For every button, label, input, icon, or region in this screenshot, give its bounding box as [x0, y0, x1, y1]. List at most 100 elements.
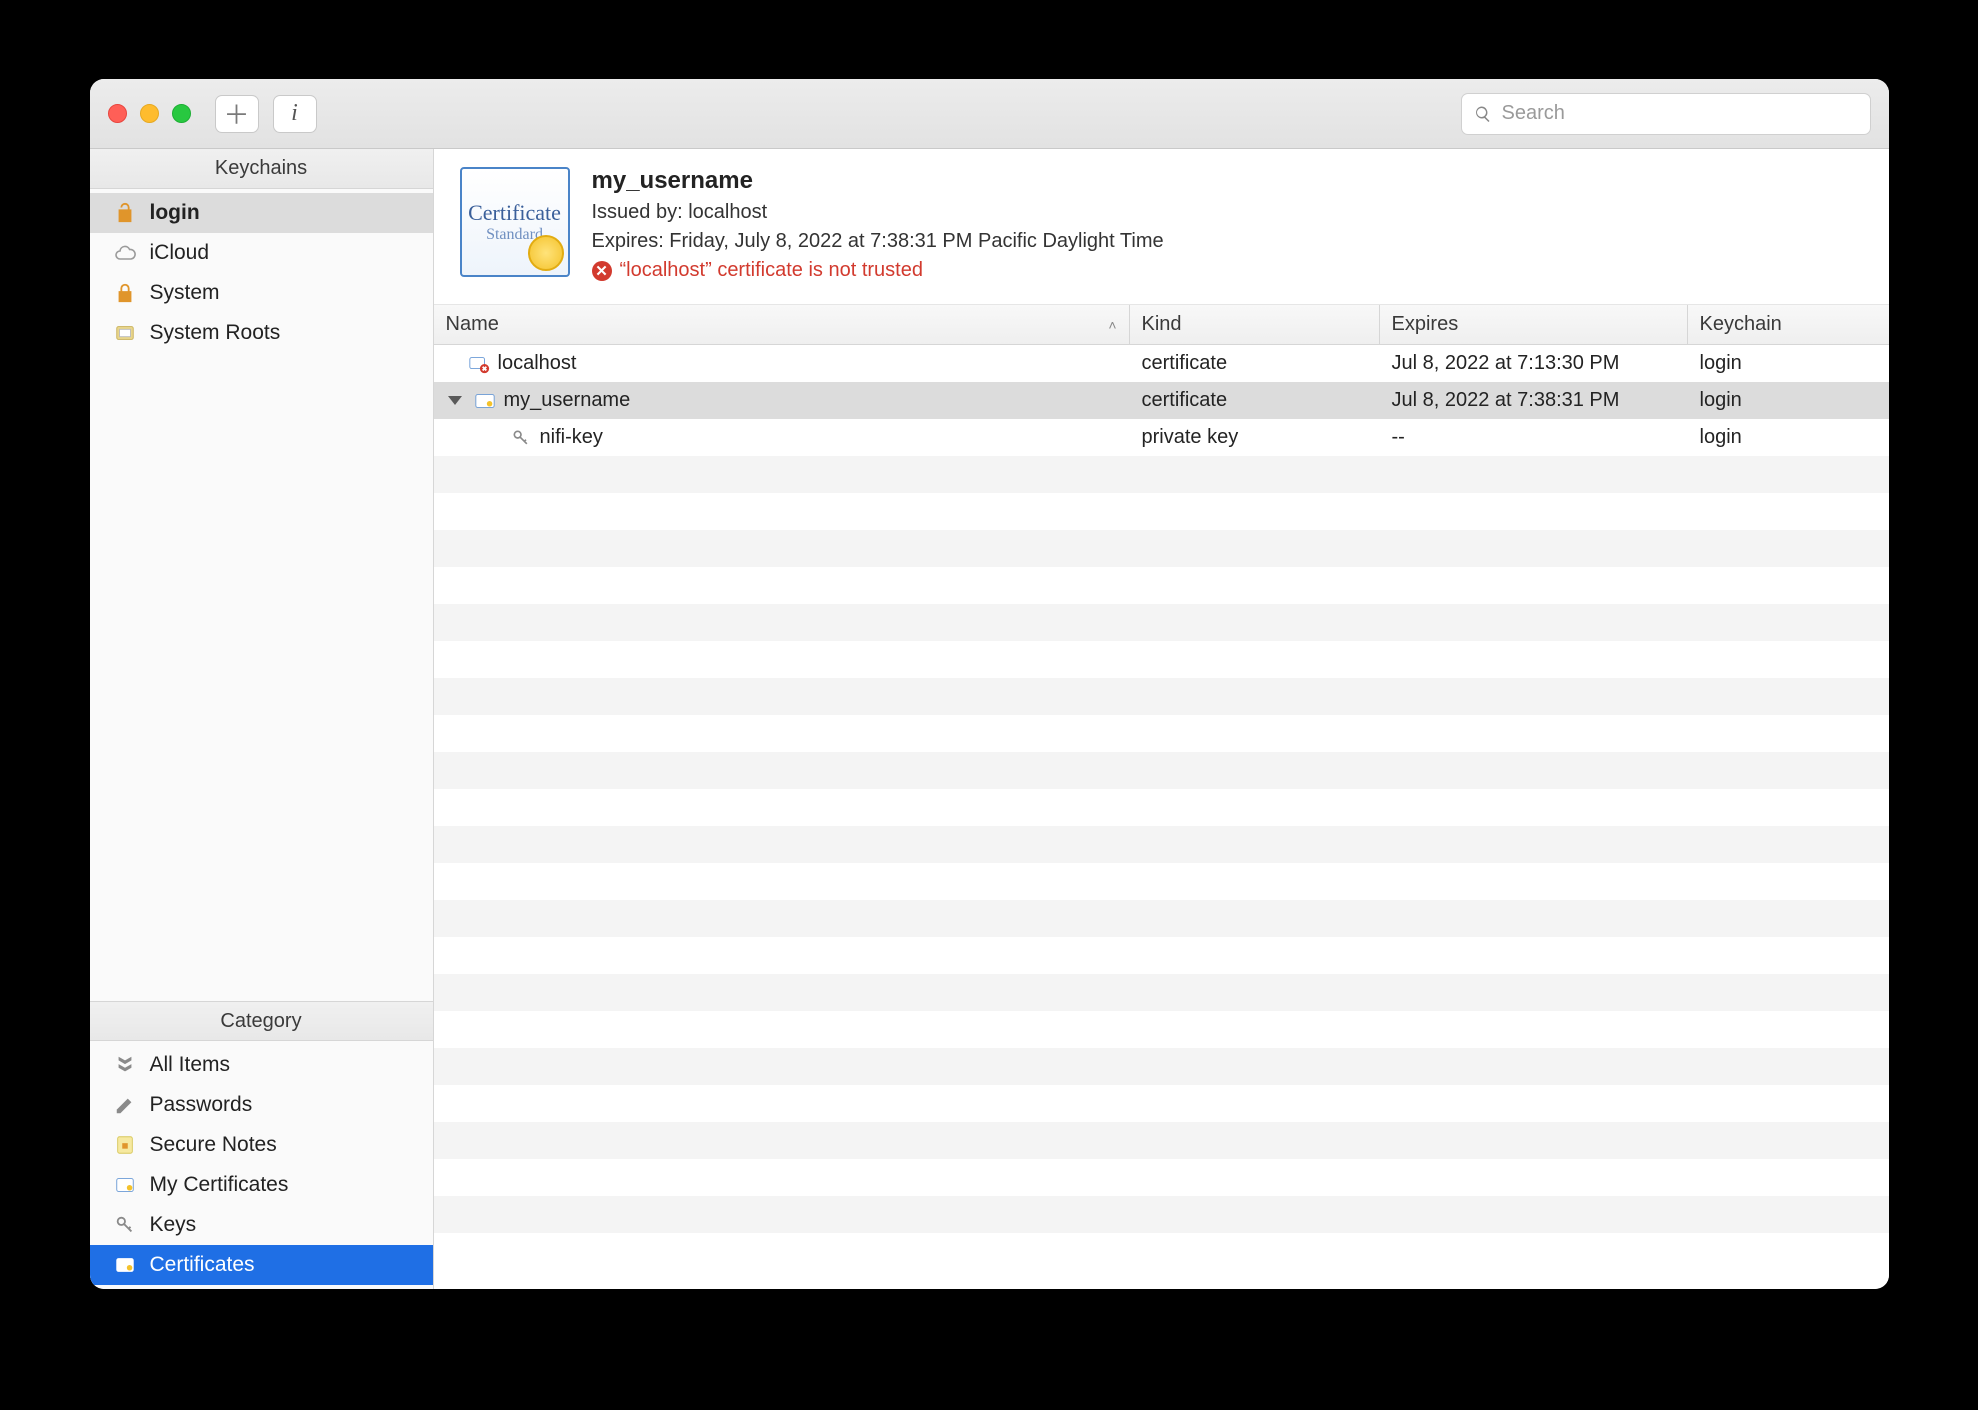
main-panel: Certificate Standard my_username Issued …	[434, 149, 1889, 1289]
column-label: Name	[446, 313, 499, 336]
sidebar-filler	[90, 357, 433, 1001]
row-name: localhost	[498, 352, 577, 375]
empty-row	[434, 1048, 1889, 1085]
certificate-error-icon	[468, 353, 490, 375]
issued-by-line: Issued by: localhost	[592, 201, 1164, 224]
keychains-header: Keychains	[90, 149, 433, 189]
cell-expires: --	[1380, 426, 1688, 449]
cell-name: localhost	[434, 352, 1130, 375]
cell-name: my_username	[434, 389, 1130, 412]
table-row[interactable]: nifi-key private key -- login	[434, 419, 1889, 456]
column-label: Keychain	[1700, 313, 1782, 336]
titlebar: ＋ i	[90, 79, 1889, 149]
certificate-thumbnail-icon: Certificate Standard	[460, 167, 570, 277]
info-icon: i	[291, 100, 298, 127]
add-button[interactable]: ＋	[215, 95, 259, 133]
category-header: Category	[90, 1001, 433, 1041]
cell-name: nifi-key	[434, 426, 1130, 449]
cell-expires: Jul 8, 2022 at 7:38:31 PM	[1380, 389, 1688, 412]
category-label: Keys	[150, 1213, 197, 1237]
row-name: my_username	[504, 389, 631, 412]
table-row[interactable]: my_username certificate Jul 8, 2022 at 7…	[434, 382, 1889, 419]
category-label: All Items	[150, 1053, 231, 1077]
keychain-access-window: ＋ i Keychains login	[90, 79, 1889, 1289]
info-button[interactable]: i	[273, 95, 317, 133]
cell-kind: certificate	[1130, 352, 1380, 375]
category-label: My Certificates	[150, 1173, 289, 1197]
column-label: Expires	[1392, 313, 1459, 336]
minimize-window-button[interactable]	[140, 104, 159, 123]
category-list: All Items Passwords Secure Notes	[90, 1041, 433, 1289]
category-item-my-certificates[interactable]: My Certificates	[90, 1165, 433, 1205]
category-item-keys[interactable]: Keys	[90, 1205, 433, 1245]
row-name: nifi-key	[540, 426, 603, 449]
table-header: Name ˄ Kind Expires Keychain	[434, 305, 1889, 345]
empty-row	[434, 493, 1889, 530]
cell-keychain: login	[1688, 426, 1889, 449]
column-header-name[interactable]: Name ˄	[434, 305, 1130, 344]
search-field[interactable]	[1461, 93, 1871, 135]
key-icon	[510, 427, 532, 449]
empty-row	[434, 604, 1889, 641]
cell-keychain: login	[1688, 389, 1889, 412]
category-label: Certificates	[150, 1253, 255, 1277]
keychain-label: System	[150, 281, 220, 305]
empty-row	[434, 789, 1889, 826]
empty-row	[434, 1159, 1889, 1196]
column-header-keychain[interactable]: Keychain	[1688, 305, 1889, 344]
empty-row	[434, 567, 1889, 604]
expires-line: Expires: Friday, July 8, 2022 at 7:38:31…	[592, 230, 1164, 253]
category-item-secure-notes[interactable]: Secure Notes	[90, 1125, 433, 1165]
empty-row	[434, 641, 1889, 678]
empty-row	[434, 1011, 1889, 1048]
plus-icon: ＋	[223, 95, 249, 132]
keychain-item-system-roots[interactable]: System Roots	[90, 313, 433, 353]
cell-kind: certificate	[1130, 389, 1380, 412]
trust-warning: ✕ “localhost” certificate is not trusted	[592, 259, 1164, 282]
cell-kind: private key	[1130, 426, 1380, 449]
empty-row	[434, 456, 1889, 493]
close-window-button[interactable]	[108, 104, 127, 123]
category-item-certificates[interactable]: Certificates	[90, 1245, 433, 1285]
sidebar: Keychains login iCloud	[90, 149, 434, 1289]
disclosure-triangle-icon[interactable]	[448, 396, 462, 405]
table-row[interactable]: localhost certificate Jul 8, 2022 at 7:1…	[434, 345, 1889, 382]
keychain-item-system[interactable]: System	[90, 273, 433, 313]
empty-row	[434, 678, 1889, 715]
seal-icon	[528, 235, 564, 271]
window-body: Keychains login iCloud	[90, 149, 1889, 1289]
unlocked-padlock-icon	[112, 202, 138, 224]
trust-warning-text: “localhost” certificate is not trusted	[620, 259, 923, 282]
category-item-all-items[interactable]: All Items	[90, 1045, 433, 1085]
error-icon: ✕	[592, 261, 612, 281]
empty-row	[434, 1085, 1889, 1122]
items-table: Name ˄ Kind Expires Keychain	[434, 305, 1889, 1289]
my-certificates-icon	[112, 1174, 138, 1196]
locked-padlock-icon	[112, 282, 138, 304]
empty-row	[434, 826, 1889, 863]
empty-row	[434, 715, 1889, 752]
certificates-icon	[112, 1254, 138, 1276]
column-header-expires[interactable]: Expires	[1380, 305, 1688, 344]
column-header-kind[interactable]: Kind	[1130, 305, 1380, 344]
window-controls	[108, 104, 191, 123]
empty-row	[434, 1196, 1889, 1233]
empty-row	[434, 974, 1889, 1011]
keychains-list: login iCloud System	[90, 189, 433, 357]
keychain-item-login[interactable]: login	[90, 193, 433, 233]
empty-row	[434, 863, 1889, 900]
zoom-window-button[interactable]	[172, 104, 191, 123]
category-label: Secure Notes	[150, 1133, 277, 1157]
category-item-passwords[interactable]: Passwords	[90, 1085, 433, 1125]
empty-row	[434, 937, 1889, 974]
cell-expires: Jul 8, 2022 at 7:13:30 PM	[1380, 352, 1688, 375]
certificate-folder-icon	[112, 322, 138, 344]
sort-ascending-icon: ˄	[1108, 317, 1116, 333]
search-input[interactable]	[1502, 102, 1858, 125]
table-body[interactable]: localhost certificate Jul 8, 2022 at 7:1…	[434, 345, 1889, 1289]
empty-row	[434, 752, 1889, 789]
category-label: Passwords	[150, 1093, 253, 1117]
cloud-icon	[112, 241, 138, 265]
empty-row	[434, 1122, 1889, 1159]
keychain-item-icloud[interactable]: iCloud	[90, 233, 433, 273]
